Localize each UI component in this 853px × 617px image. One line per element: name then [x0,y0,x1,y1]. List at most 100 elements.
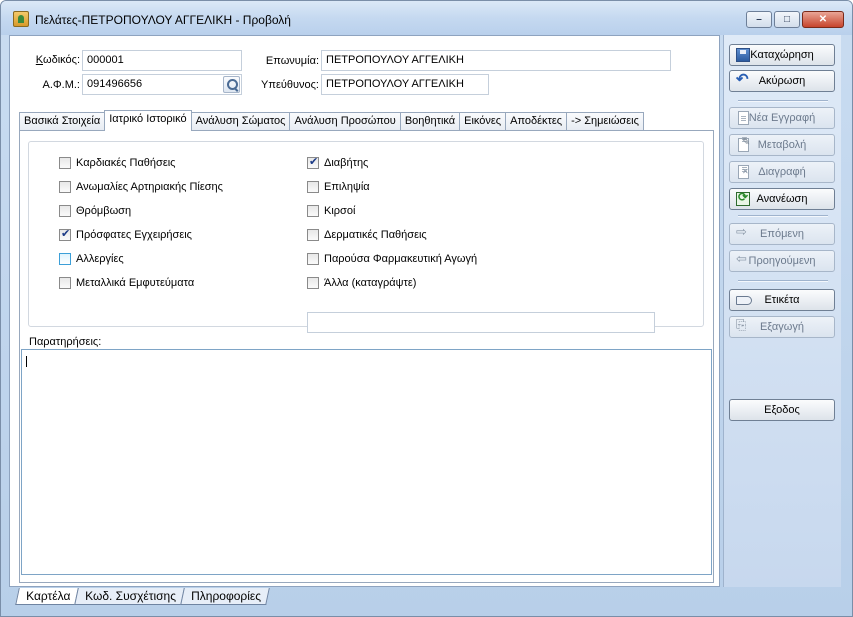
checkbox-label: Κιρσοί [324,205,356,217]
checkbox-metal-implants[interactable]: Μεταλλικά Εμφυτεύματα [59,277,194,289]
export-icon [736,317,750,334]
checkbox-epilepsy[interactable]: Επιληψία [307,181,370,193]
bottom-tab-label: Καρτέλα [26,589,71,603]
checkbox-allergies[interactable]: Αλλεργίες [59,253,124,265]
checkbox-label: Καρδιακές Παθήσεις [76,157,176,169]
checkbox-label: Θρόμβωση [76,205,132,217]
window-title: Πελάτες-ΠΕΤΡΟΠΟΥΛΟΥ ΑΓΓΕΛΙΚΗ - Προβολή [35,13,291,27]
new-label: Νέα Εγγραφή [748,112,816,124]
close-icon: ✕ [818,14,828,25]
minimize-button[interactable]: – [746,11,772,28]
medical-history-panel: Καρδιακές Παθήσεις Ανωμαλίες Αρτηριακής … [19,130,714,583]
form-area: Κωδικός: 000001 Α.Φ.Μ.: 091496656 Επωνυμ… [9,35,720,587]
bottom-tab-label: Κωδ. Συσχέτισης [85,589,177,603]
tab-face-analysis[interactable]: Ανάλυση Προσώπου [289,112,401,131]
tab-body-analysis[interactable]: Ανάλυση Σώματος [190,112,291,131]
previous-button[interactable]: Προηγούμενη [729,250,835,272]
previous-label: Προηγούμενη [748,255,816,267]
checkbox-recent-surgery[interactable]: Πρόσφατες Εγχειρήσεις [59,227,192,241]
code-field[interactable]: 000001 [82,50,242,71]
tab-images[interactable]: Εικόνες [459,112,507,131]
tag-icon [736,296,752,305]
responsible-label: Υπεύθυνος: [261,79,319,91]
new-record-button[interactable]: Νέα Εγγραφή [729,107,835,129]
checkbox-current-medication[interactable]: Παρούσα Φαρμακευτική Αγωγή [307,253,477,265]
edit-icon [738,137,749,152]
notes-textarea[interactable] [21,349,712,575]
next-label: Επόμενη [760,228,804,240]
afm-field[interactable]: 091496656 [82,74,242,95]
code-label: Κωδικός: [35,54,80,66]
minimize-icon: – [756,14,762,25]
tab-medical-history[interactable]: Ιατρικό Ιστορικό [104,110,192,131]
checkbox-blood-pressure[interactable]: Ανωμαλίες Αρτηριακής Πίεσης [59,181,223,193]
bottom-tab-relation-code[interactable]: Κωδ. Συσχέτισης [74,588,185,605]
checkbox-label: Δερματικές Παθήσεις [324,229,427,241]
edit-button[interactable]: Μεταβολή [729,134,835,156]
checkbox-varicose-veins[interactable]: Κιρσοί [307,205,355,217]
exit-label: Εξοδος [764,404,800,416]
exit-button[interactable]: Εξοδος [729,399,835,421]
checkbox-box[interactable] [59,227,71,241]
checkbox-label: Άλλα (καταγράψτε) [324,277,417,289]
app-window: Πελάτες-ΠΕΤΡΟΠΟΥΛΟΥ ΑΓΓΕΛΙΚΗ - Προβολή –… [0,0,853,617]
save-label: Καταχώρηση [750,49,814,61]
responsible-field[interactable]: ΠΕΤΡΟΠΟΥΛΟΥ ΑΓΓΕΛΙΚΗ [321,74,489,95]
name-field[interactable]: ΠΕΤΡΟΠΟΥΛΟΥ ΑΓΓΕΛΙΚΗ [321,50,671,71]
checkbox-box[interactable] [59,181,71,193]
bottom-tab-strip: Καρτέλα Κωδ. Συσχέτισης Πληροφορίες [15,588,270,606]
delete-icon [738,165,749,179]
tab-auxiliary[interactable]: Βοηθητικά [399,112,461,131]
undo-icon [736,70,750,88]
other-conditions-input[interactable] [307,312,655,333]
checkbox-label: Διαβήτης [324,157,369,169]
checkbox-box[interactable] [307,155,319,169]
checkbox-box[interactable] [59,253,71,265]
checkbox-heart-disease[interactable]: Καρδιακές Παθήσεις [59,157,175,169]
label-label: Ετικέτα [764,294,800,306]
checkbox-box[interactable] [307,277,319,289]
afm-search-button[interactable] [223,76,240,93]
checkbox-box[interactable] [307,253,319,265]
new-document-icon [738,111,749,125]
save-icon [736,48,750,62]
bottom-tab-card[interactable]: Καρτέλα [15,588,80,605]
maximize-button[interactable]: □ [774,11,800,28]
bottom-tab-label: Πληροφορίες [191,589,262,603]
checkbox-box[interactable] [307,181,319,193]
bottom-tab-info[interactable]: Πληροφορίες [180,588,270,605]
save-button[interactable]: Καταχώρηση [729,44,835,66]
checkbox-label: Πρόσφατες Εγχειρήσεις [76,229,192,241]
title-bar[interactable]: Πελάτες-ΠΕΤΡΟΠΟΥΛΟΥ ΑΓΓΕΛΙΚΗ - Προβολή –… [1,1,852,35]
separator [738,215,828,217]
checkbox-diabetes[interactable]: Διαβήτης [307,155,369,169]
checkbox-thrombosis[interactable]: Θρόμβωση [59,205,131,217]
checkbox-box[interactable] [307,229,319,241]
export-button[interactable]: Εξαγωγή [729,316,835,338]
checkbox-skin-conditions[interactable]: Δερματικές Παθήσεις [307,229,427,241]
text-caret [26,356,27,367]
separator [738,280,828,282]
conditions-group: Καρδιακές Παθήσεις Ανωμαλίες Αρτηριακής … [28,141,704,333]
refresh-button[interactable]: Ανανέωση [729,188,835,210]
tab-notes[interactable]: -> Σημειώσεις [566,112,644,131]
app-icon [13,11,29,27]
cancel-button[interactable]: Ακύρωση [729,70,835,92]
checkbox-box[interactable] [307,205,319,217]
checkbox-box[interactable] [59,277,71,289]
separator [738,100,828,102]
name-label: Επωνυμία: [265,55,319,67]
tab-recipients[interactable]: Αποδέκτες [505,112,568,131]
checkbox-box[interactable] [59,205,71,217]
checkbox-label: Παρούσα Φαρμακευτική Αγωγή [324,253,478,265]
checkbox-other[interactable]: Άλλα (καταγράψτε) [307,277,416,289]
delete-button[interactable]: Διαγραφή [729,161,835,183]
afm-label: Α.Φ.Μ.: [42,79,80,91]
next-button[interactable]: Επόμενη [729,223,835,245]
notes-label: Παρατηρήσεις: [29,336,102,348]
tab-basic[interactable]: Βασικά Στοιχεία [19,112,106,131]
label-button[interactable]: Ετικέτα [729,289,835,311]
checkbox-box[interactable] [59,157,71,169]
close-button[interactable]: ✕ [802,11,844,28]
action-pane: Καταχώρηση Ακύρωση Νέα Εγγραφή Μεταβολή … [723,35,841,587]
